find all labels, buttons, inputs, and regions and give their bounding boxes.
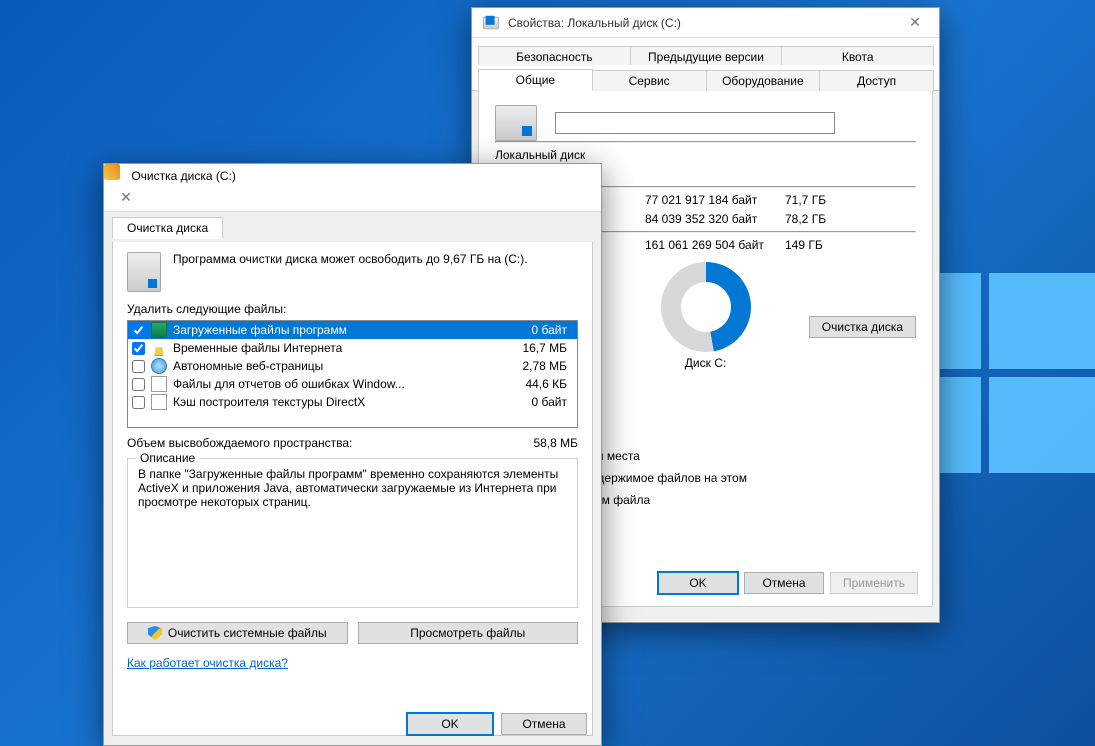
drive-icon (495, 105, 537, 141)
how-it-works-link[interactable]: Как работает очистка диска? (127, 656, 288, 670)
item-name: Файлы для отчетов об ошибках Window... (173, 377, 497, 391)
tabs-row-top: Безопасность Предыдущие версии Квота (472, 38, 939, 65)
tab-quota[interactable]: Квота (781, 46, 934, 67)
close-icon[interactable]: ✕ (104, 183, 148, 211)
item-name: Кэш построителя текстуры DirectX (173, 395, 497, 409)
tab-sharing[interactable]: Доступ (819, 70, 934, 92)
item-checkbox[interactable] (132, 396, 145, 409)
tab-security[interactable]: Безопасность (478, 46, 631, 67)
view-files-button[interactable]: Просмотреть файлы (358, 622, 579, 644)
description-text: В папке "Загруженные файлы программ" вре… (138, 467, 567, 509)
file-type-icon (151, 376, 167, 392)
free-bytes: 84 039 352 320 байт (645, 212, 785, 226)
tab-general[interactable]: Общие (478, 69, 593, 91)
ok-button[interactable]: OK (407, 713, 493, 735)
file-type-icon (151, 394, 167, 410)
item-name: Автономные веб-страницы (173, 359, 497, 373)
item-checkbox[interactable] (132, 324, 145, 337)
list-item[interactable]: Файлы для отчетов об ошибках Window... 44… (128, 375, 577, 393)
item-size: 0 байт (503, 323, 573, 337)
intro-text: Программа очистки диска может освободить… (173, 252, 528, 266)
item-name: Временные файлы Интернета (173, 341, 497, 355)
drive-icon (127, 252, 161, 292)
item-size: 44,6 КБ (503, 377, 573, 391)
cleanup-title: Очистка диска (C:) (123, 169, 236, 183)
file-type-icon (151, 358, 167, 374)
usage-pie-chart (661, 262, 751, 352)
item-checkbox[interactable] (132, 360, 145, 373)
item-checkbox[interactable] (132, 378, 145, 391)
description-group: Описание В папке "Загруженные файлы прог… (127, 458, 578, 608)
close-icon[interactable]: ✕ (893, 9, 937, 37)
list-label: Удалить следующие файлы: (127, 302, 578, 316)
used-bytes: 77 021 917 184 байт (645, 193, 785, 207)
tab-service[interactable]: Сервис (592, 70, 707, 92)
tabs-row-bottom: Общие Сервис Оборудование Доступ (472, 65, 939, 91)
tab-hardware[interactable]: Оборудование (706, 70, 821, 92)
list-item[interactable]: Автономные веб-страницы 2,78 МБ (128, 357, 577, 375)
free-space-label: Объем высвобождаемого пространства: (127, 436, 352, 450)
free-space-value: 58,8 МБ (533, 436, 578, 450)
drive-type-label: Локальный диск (495, 148, 645, 162)
file-list[interactable]: Загруженные файлы программ 0 байт Временны… (127, 320, 578, 428)
drive-icon (483, 16, 499, 29)
list-item[interactable]: Временные файлы Интернета 16,7 МБ (128, 339, 577, 357)
clean-system-files-button[interactable]: Очистить системные файлы (127, 622, 348, 644)
used-gb: 71,7 ГБ (785, 193, 865, 207)
ok-button[interactable]: OK (658, 572, 738, 594)
description-heading: Описание (136, 451, 199, 465)
list-item[interactable]: Кэш построителя текстуры DirectX 0 байт (128, 393, 577, 411)
clean-system-files-label: Очистить системные файлы (168, 626, 327, 640)
item-checkbox[interactable] (132, 342, 145, 355)
disk-cleanup-button[interactable]: Очистка диска (809, 316, 916, 338)
tab-cleanup[interactable]: Очистка диска (112, 217, 223, 239)
total-gb: 149 ГБ (785, 238, 865, 252)
list-item[interactable]: Загруженные файлы программ 0 байт (128, 321, 577, 339)
item-size: 16,7 МБ (503, 341, 573, 355)
cancel-button[interactable]: Отмена (501, 713, 587, 735)
cleanup-body: Программа очистки диска может освободить… (112, 242, 593, 736)
file-type-icon (151, 340, 167, 356)
cleanup-titlebar[interactable]: Очистка диска (C:) ✕ (104, 164, 601, 212)
properties-titlebar[interactable]: Свойства: Локальный диск (C:) ✕ (472, 8, 939, 38)
properties-title: Свойства: Локальный диск (C:) (500, 16, 893, 30)
drive-label-input[interactable] (555, 112, 835, 134)
file-type-icon (151, 322, 167, 338)
cancel-button[interactable]: Отмена (744, 572, 824, 594)
total-bytes: 161 061 269 504 байт (645, 238, 785, 252)
shield-icon (148, 626, 162, 640)
apply-button: Применить (830, 572, 918, 594)
item-size: 0 байт (503, 395, 573, 409)
tab-previous-versions[interactable]: Предыдущие версии (630, 46, 783, 67)
cleanup-window: Очистка диска (C:) ✕ Очистка диска Прогр… (103, 163, 602, 746)
item-size: 2,78 МБ (503, 359, 573, 373)
item-name: Загруженные файлы программ (173, 323, 497, 337)
free-gb: 78,2 ГБ (785, 212, 865, 226)
broom-icon (104, 164, 120, 180)
